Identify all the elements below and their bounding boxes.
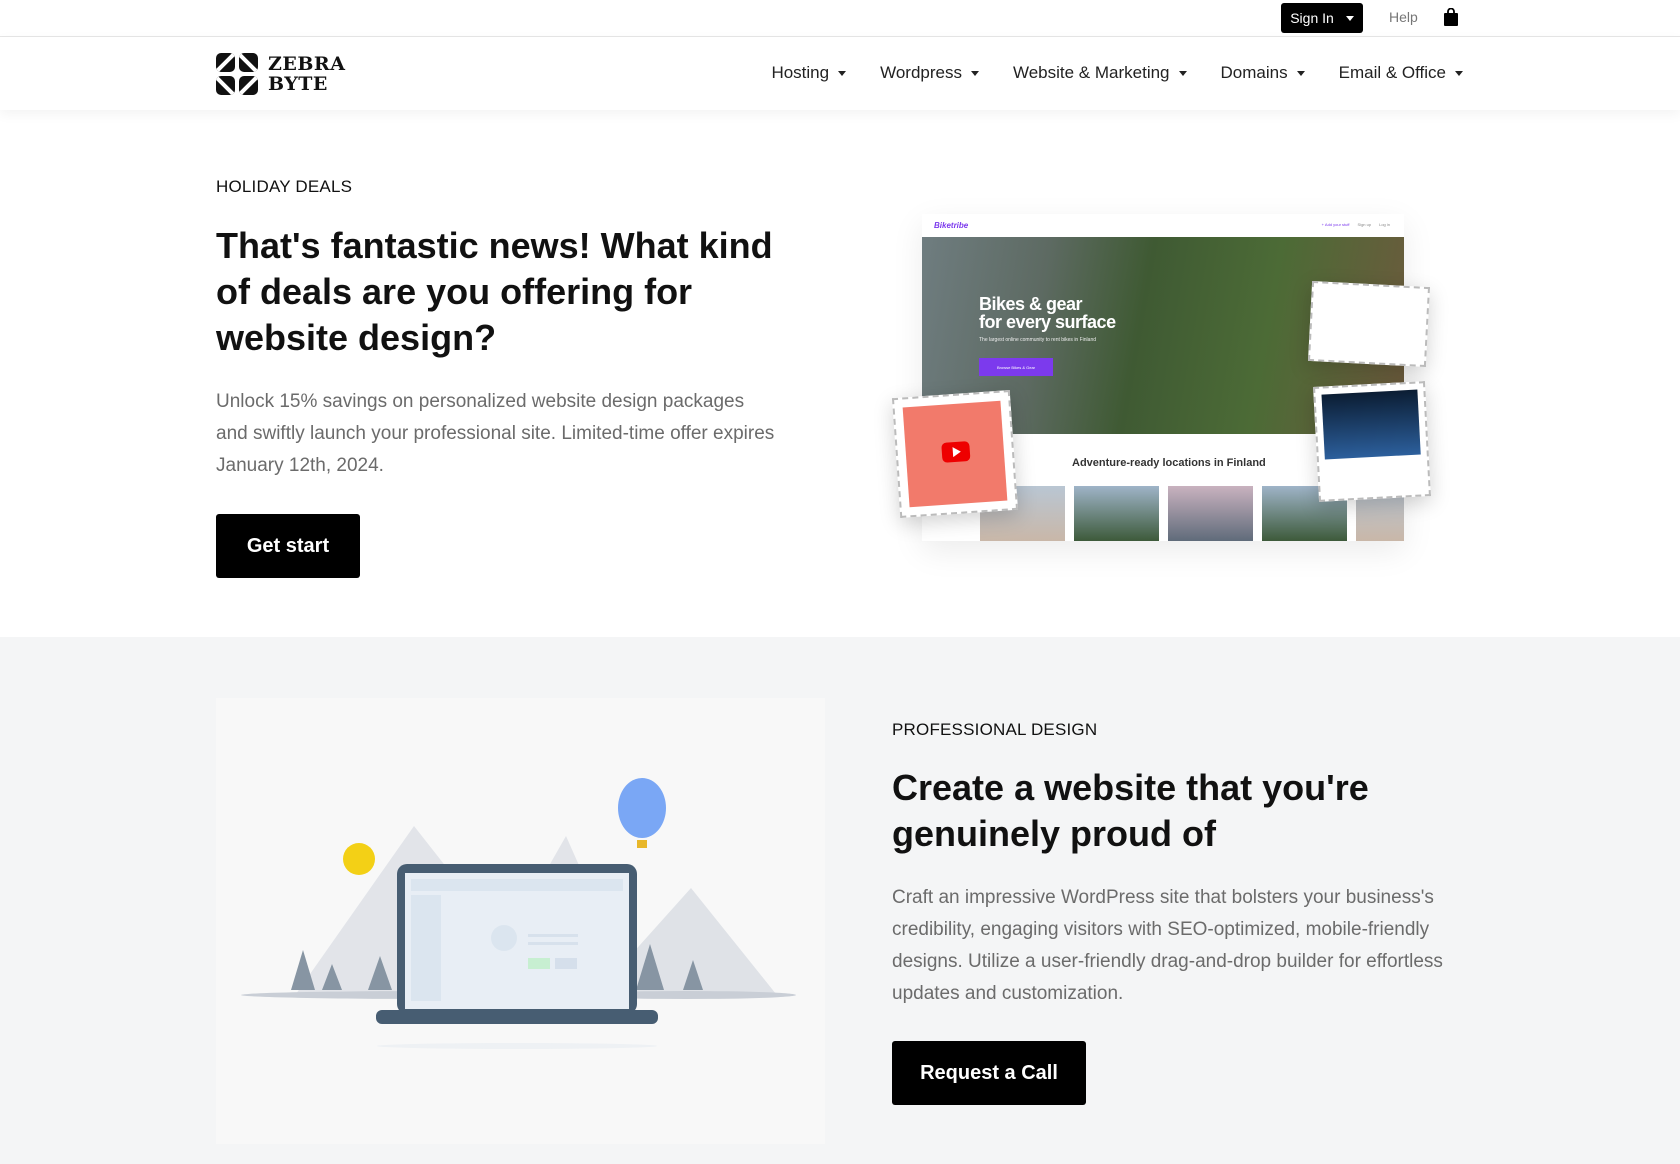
caret-down-icon xyxy=(1178,70,1187,76)
feature-title: Create a website that you're genuinely p… xyxy=(892,767,1369,854)
utility-bar: Sign In Help xyxy=(0,0,1680,37)
feature-description: Craft an impressive WordPress site that … xyxy=(892,887,1443,1004)
nav-item-domains[interactable]: Domains xyxy=(1221,63,1305,83)
mockup-brand: Biketribe xyxy=(934,221,969,230)
mockup-headline: Bikes & gear xyxy=(979,294,1083,314)
mockup-video-card xyxy=(891,390,1019,518)
caret-down-icon xyxy=(1345,15,1354,21)
logo-text-line1: ZEBRA xyxy=(268,53,346,75)
main-navbar: ZEBRA BYTE Hosting Wordpress Website & Ma… xyxy=(0,37,1680,110)
feature-eyebrow: PROFESSIONAL DESIGN xyxy=(892,720,1098,739)
mockup-review-card xyxy=(1307,280,1431,368)
get-start-button[interactable]: Get start xyxy=(216,514,360,578)
nav-item-email-office[interactable]: Email & Office xyxy=(1339,63,1463,83)
play-icon xyxy=(952,446,962,458)
laptop-illustration xyxy=(216,698,825,1144)
logo[interactable]: ZEBRA BYTE xyxy=(216,53,345,95)
hero-title: That's fantastic news! What kind of deal… xyxy=(216,225,773,358)
nav-label: Website & Marketing xyxy=(1012,63,1170,82)
nav-label: Wordpress xyxy=(880,63,962,82)
nav-item-hosting[interactable]: Hosting xyxy=(771,63,847,83)
nav-menu: Hosting Wordpress Website & Marketing Do… xyxy=(771,63,1463,83)
hero-eyebrow: HOLIDAY DEALS xyxy=(216,177,353,196)
shopping-bag-icon[interactable] xyxy=(1444,8,1458,26)
mockup-link: Log in xyxy=(1379,222,1390,227)
mockup-sub: The largest online community to rent bik… xyxy=(979,337,1097,343)
hero-mockup-image: Biketribe + Add your stuff Sign up Log in … xyxy=(891,214,1436,541)
sign-in-label: Sign In xyxy=(1290,10,1334,26)
mockup-section-title: Adventure-ready locations in Finland xyxy=(1072,457,1266,469)
nav-item-website-marketing[interactable]: Website & Marketing xyxy=(1013,63,1187,83)
mockup-link: + Add your stuff xyxy=(1321,222,1350,227)
caret-down-icon xyxy=(1296,70,1305,76)
hero-description: Unlock 15% savings on personalized websi… xyxy=(216,391,775,476)
logo-mark-icon xyxy=(216,53,258,95)
caret-down-icon xyxy=(838,70,847,76)
caret-down-icon xyxy=(970,70,979,76)
sun xyxy=(343,843,375,875)
nav-item-wordpress[interactable]: Wordpress xyxy=(880,63,979,83)
sign-in-button[interactable]: Sign In xyxy=(1281,3,1363,33)
caret-down-icon xyxy=(1455,70,1463,76)
help-link[interactable]: Help xyxy=(1389,9,1418,25)
logo-text-line2: BYTE xyxy=(268,73,328,95)
mockup-headline: for every surface xyxy=(979,312,1116,332)
mockup-button: Browse Bikes & Gear xyxy=(979,358,1053,376)
nav-label: Email & Office xyxy=(1338,63,1446,82)
request-call-button[interactable]: Request a Call xyxy=(892,1041,1086,1105)
mockup-link: Sign up xyxy=(1357,222,1372,227)
mockup-article-card xyxy=(1313,381,1431,502)
nav-label: Hosting xyxy=(771,63,830,82)
nav-label: Domains xyxy=(1220,63,1288,82)
